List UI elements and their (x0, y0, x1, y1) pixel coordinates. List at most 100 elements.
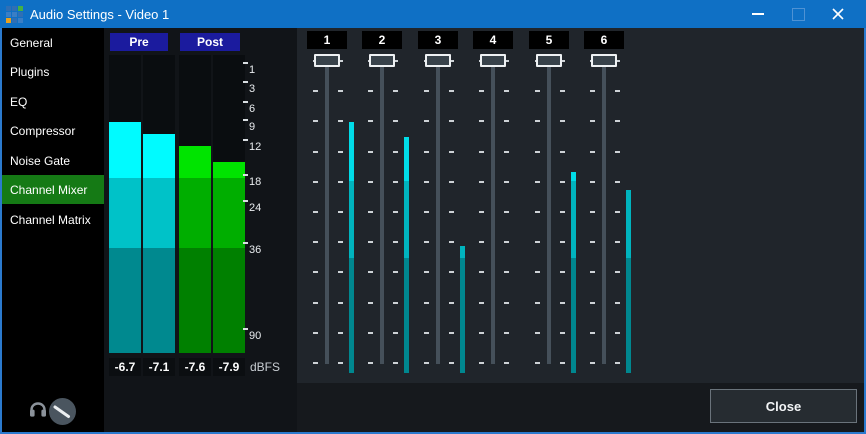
channel-slider-handle-4[interactable] (480, 54, 506, 67)
channel-slider-track-3[interactable] (436, 60, 440, 364)
slider-tick (560, 271, 565, 273)
sidebar-item-channel-mixer[interactable]: Channel Mixer (0, 175, 104, 204)
meter-column (179, 55, 211, 353)
slider-tick (338, 181, 343, 183)
channel-header-6: 6 (584, 31, 624, 49)
channel-slider-track-1[interactable] (325, 60, 329, 364)
post-left-reading: -7.6 (179, 358, 211, 376)
meter-bar-segment (179, 146, 211, 178)
meter-bar-segment (460, 246, 465, 258)
monitor-volume-knob[interactable] (49, 398, 76, 425)
slider-tick (479, 211, 484, 213)
dbfs-unit-label: dBFS (250, 358, 280, 376)
sidebar-item-plugins[interactable]: Plugins (0, 57, 104, 86)
slider-tick (424, 241, 429, 243)
close-icon (831, 7, 845, 21)
meter-bar-segment (143, 134, 175, 178)
channel-slider-track-5[interactable] (547, 60, 551, 364)
app-logo-square (12, 12, 17, 17)
db-scale-tick (243, 139, 248, 141)
channel-header-4: 4 (473, 31, 513, 49)
slider-tick (504, 241, 509, 243)
channel-slider-track-4[interactable] (491, 60, 495, 364)
sidebar-item-noise-gate[interactable]: Noise Gate (0, 146, 104, 175)
slider-tick (504, 181, 509, 183)
slider-tick (615, 271, 620, 273)
slider-tick (615, 211, 620, 213)
db-scale-tick (243, 119, 248, 121)
slider-tick (368, 362, 373, 364)
slider-tick (338, 120, 343, 122)
slider-tick (393, 181, 398, 183)
channel-slider-track-2[interactable] (380, 60, 384, 364)
slider-tick (424, 211, 429, 213)
slider-tick (479, 302, 484, 304)
maximize-button[interactable] (778, 0, 818, 28)
slider-tick (393, 241, 398, 243)
sidebar-item-channel-matrix[interactable]: Channel Matrix (0, 205, 104, 234)
channel-slider-handle-6[interactable] (591, 54, 617, 67)
slider-tick (368, 120, 373, 122)
slider-tick (504, 211, 509, 213)
sidebar-item-general[interactable]: General (0, 28, 104, 57)
slider-tick (313, 90, 318, 92)
post-right-reading: -7.9 (213, 358, 245, 376)
meter-bar-segment (349, 181, 354, 258)
meter-bar-segment (571, 258, 576, 373)
slider-tick (560, 181, 565, 183)
meter-bar-segment (404, 258, 409, 373)
close-button[interactable]: Close (710, 389, 857, 423)
slider-tick (504, 151, 509, 153)
db-scale-tick (243, 101, 248, 103)
slider-tick (424, 120, 429, 122)
sidebar-item-eq[interactable]: EQ (0, 87, 104, 116)
slider-tick (313, 181, 318, 183)
channel-slider-handle-3[interactable] (425, 54, 451, 67)
slider-tick (479, 120, 484, 122)
slider-tick (560, 302, 565, 304)
close-window-button[interactable] (818, 0, 858, 28)
slider-tick (535, 120, 540, 122)
slider-tick (393, 151, 398, 153)
slider-tick (590, 211, 595, 213)
slider-tick (560, 211, 565, 213)
slider-tick (424, 332, 429, 334)
channel-slider-handle-5[interactable] (536, 54, 562, 67)
meter-bar-segment (109, 248, 141, 353)
minimize-button[interactable] (738, 0, 778, 28)
slider-tick (368, 271, 373, 273)
slider-tick (424, 271, 429, 273)
db-scale-tick (243, 174, 248, 176)
channel-slider-handle-2[interactable] (369, 54, 395, 67)
channel-level-meter-2 (404, 0, 409, 434)
slider-tick (368, 181, 373, 183)
slider-tick (368, 90, 373, 92)
slider-tick (449, 181, 454, 183)
maximize-icon (792, 8, 805, 21)
slider-tick (535, 211, 540, 213)
slider-tick (535, 90, 540, 92)
sidebar-item-compressor[interactable]: Compressor (0, 116, 104, 145)
slider-tick (590, 151, 595, 153)
slider-tick (368, 332, 373, 334)
meter-column (143, 55, 175, 353)
slider-tick (535, 241, 540, 243)
slider-tick (535, 362, 540, 364)
app-logo-square (18, 12, 23, 17)
app-logo-square (6, 12, 11, 17)
channel-slider-track-6[interactable] (602, 60, 606, 364)
slider-tick (615, 302, 620, 304)
slider-tick (560, 332, 565, 334)
settings-sidebar: General Plugins EQ Compressor Noise Gate… (0, 28, 104, 432)
slider-tick (313, 241, 318, 243)
slider-tick (393, 271, 398, 273)
meter-bar-segment (109, 178, 141, 248)
headphones-icon[interactable] (29, 401, 47, 423)
channel-header-3: 3 (418, 31, 458, 49)
channel-slider-handle-1[interactable] (314, 54, 340, 67)
slider-tick (615, 181, 620, 183)
meter-bar-segment (404, 181, 409, 258)
slider-tick (590, 362, 595, 364)
slider-tick (615, 241, 620, 243)
channel-level-meter-6 (626, 0, 631, 434)
